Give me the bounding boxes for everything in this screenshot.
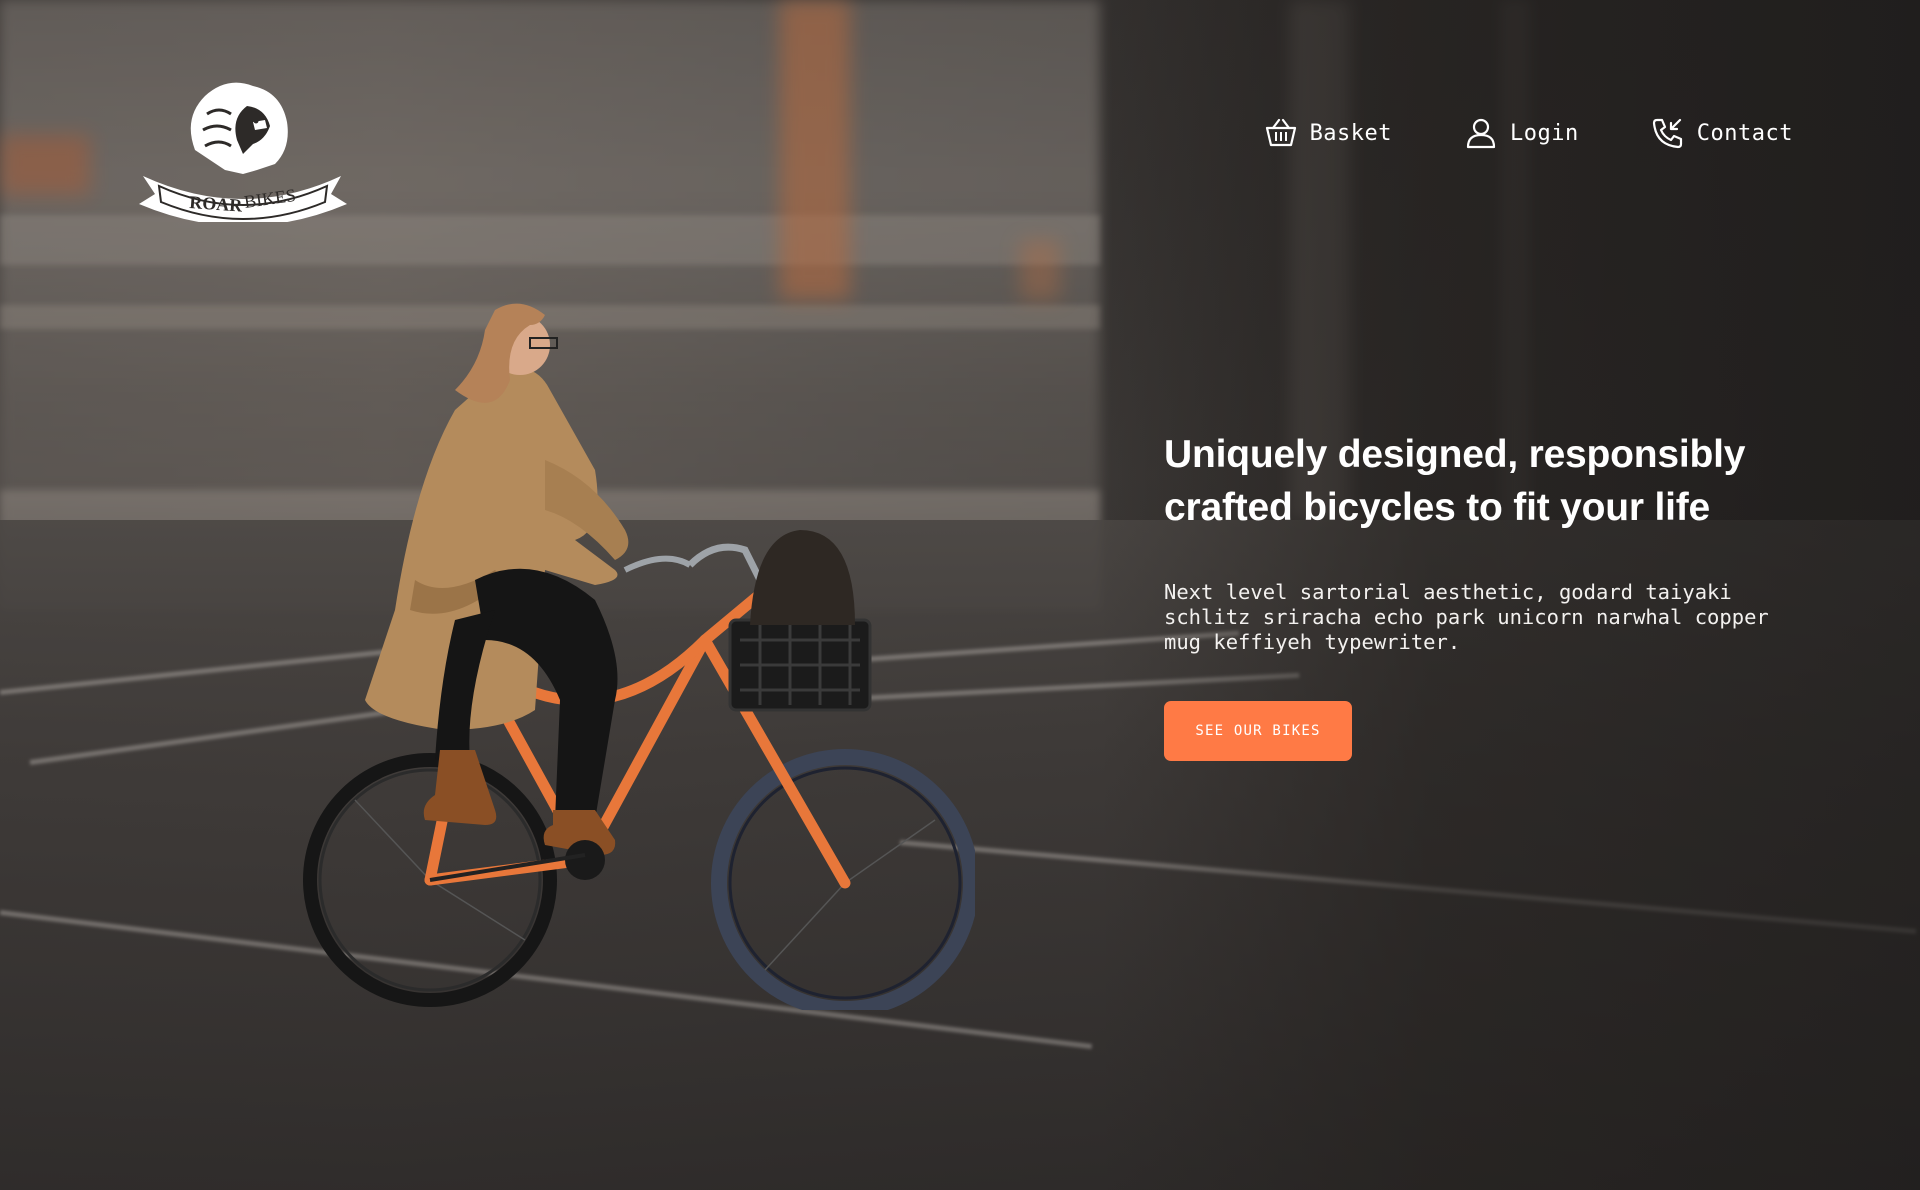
hero-description: Next level sartorial aesthetic, godard t… (1164, 580, 1769, 654)
background-orange-block (0, 135, 90, 195)
logo-wordmark-primary: ROAR (189, 192, 244, 216)
hero-content: Uniquely designed, responsibly crafted b… (1164, 428, 1804, 761)
see-our-bikes-button[interactable]: SEE OUR BIKES (1164, 701, 1352, 761)
cyclist-illustration (303, 303, 975, 1010)
nav-login-link[interactable]: Login (1464, 116, 1579, 150)
background-orange-block (1020, 240, 1060, 300)
nav-basket-link[interactable]: Basket (1264, 116, 1392, 150)
top-navigation: Basket Login Contact (1264, 116, 1793, 150)
background-orange-column (780, 0, 850, 300)
background-band (0, 215, 1100, 265)
basket-icon (1265, 118, 1296, 147)
nav-contact-label: Contact (1696, 120, 1793, 146)
user-icon (1466, 118, 1496, 149)
road-marking (899, 840, 1917, 934)
phone-incoming-icon (1652, 118, 1682, 149)
nav-login-label: Login (1510, 120, 1579, 146)
hero-section: ROAR BIKES Basket Login Contact Uniquely… (0, 0, 1920, 1190)
nav-basket-label: Basket (1309, 120, 1393, 146)
lion-head-icon (190, 82, 288, 174)
roar-bikes-logo[interactable]: ROAR BIKES (135, 78, 350, 222)
nav-contact-link[interactable]: Contact (1651, 116, 1793, 150)
hero-headline: Uniquely designed, responsibly crafted b… (1164, 433, 1746, 529)
